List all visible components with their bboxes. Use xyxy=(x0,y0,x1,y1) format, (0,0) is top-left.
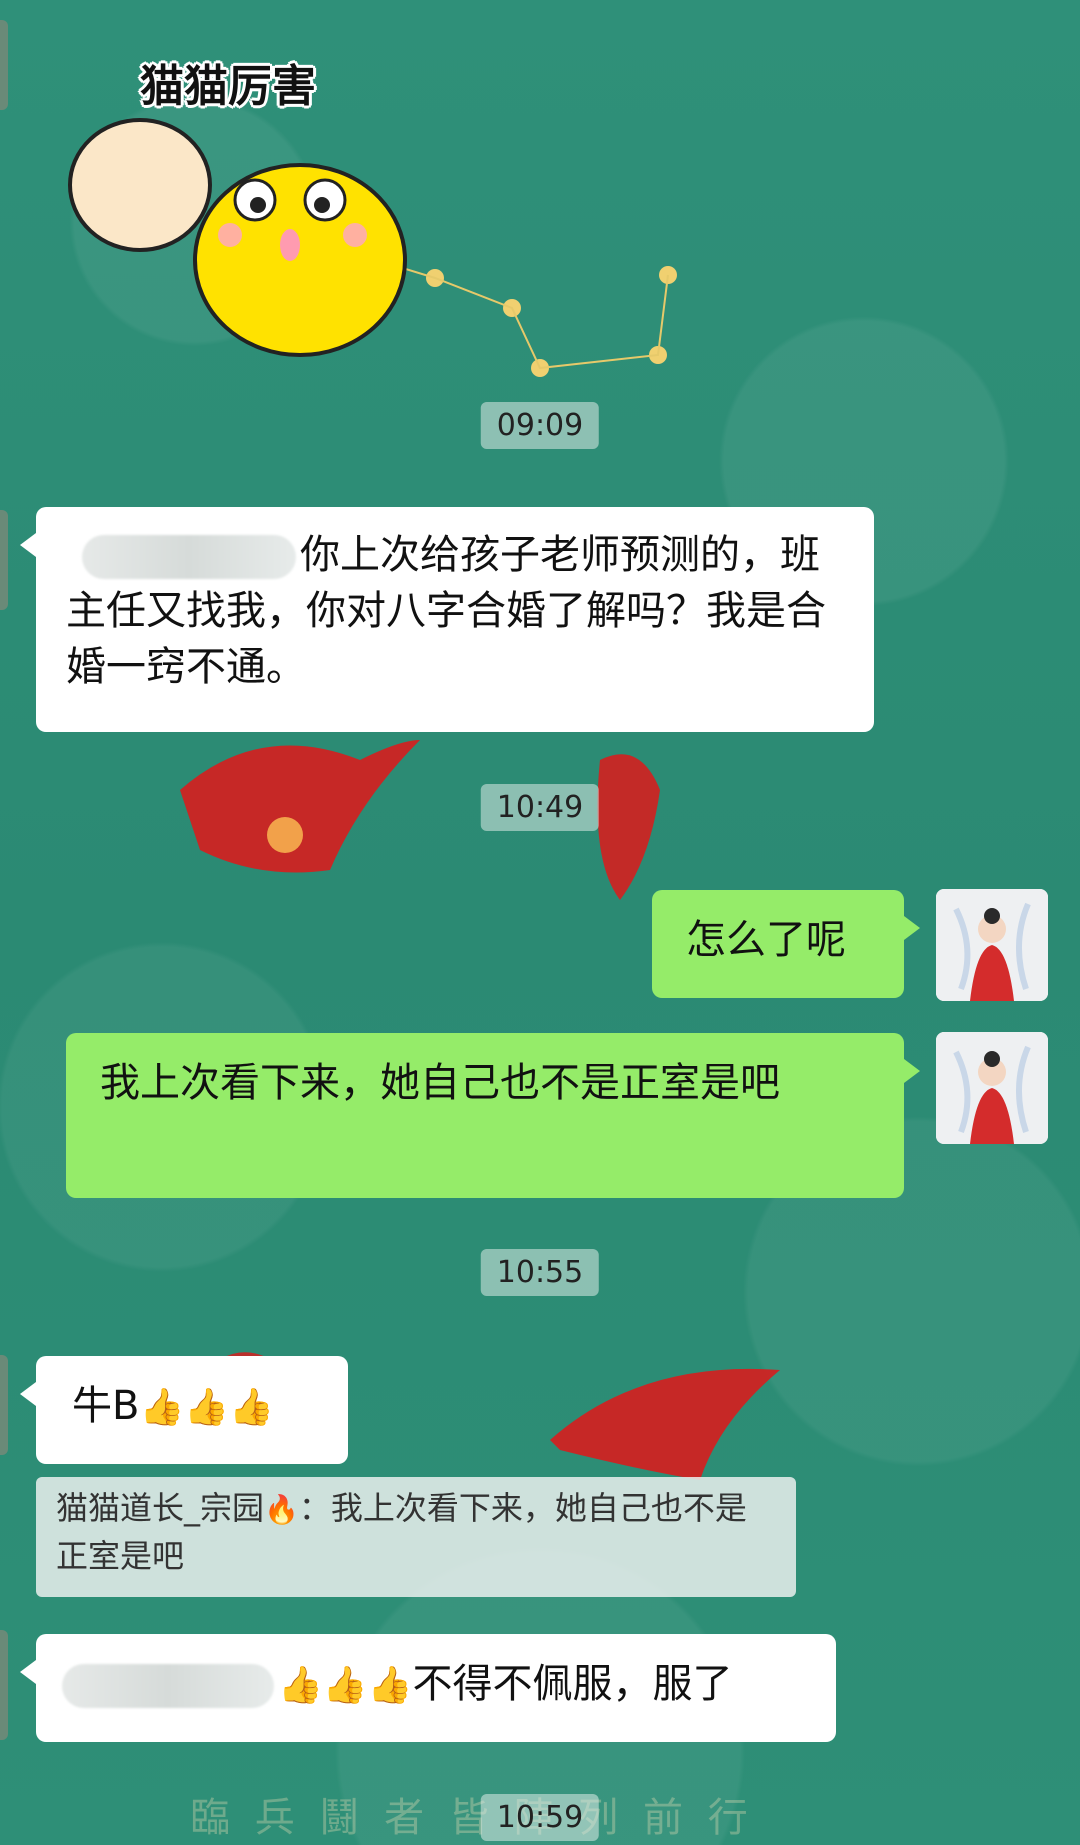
redacted-name xyxy=(62,1664,274,1708)
avatar-edge[interactable] xyxy=(0,20,8,110)
timestamp: 10:49 xyxy=(480,784,600,831)
message-bubble-sent[interactable]: 怎么了呢 xyxy=(652,890,920,998)
sticker-caption: 猫猫厉害 xyxy=(140,61,316,112)
avatar[interactable] xyxy=(936,889,1048,1001)
message-text: 我上次看下来，她自己也不是正室是吧 xyxy=(100,1060,780,1106)
avatar-edge[interactable] xyxy=(0,1630,8,1740)
quoted-message[interactable]: 猫猫道长_宗园🔥：我上次看下来，她自己也不是正室是吧 xyxy=(36,1477,796,1597)
timestamp: 10:59 xyxy=(480,1794,600,1841)
message-bubble-received[interactable]: 你上次给孩子老师预测的，班主任又找我，你对八字合婚了解吗？我是合婚一窍不通。 xyxy=(20,507,874,732)
message-text: 怎么了呢 xyxy=(686,917,846,963)
timestamp: 10:55 xyxy=(480,1249,600,1296)
avatar-edge[interactable] xyxy=(0,510,8,610)
message-bubble-received[interactable]: 牛B👍👍👍 xyxy=(20,1356,348,1464)
message-text: 牛B xyxy=(72,1383,140,1429)
cat-sticker xyxy=(68,118,407,357)
thumbs-up-icon: 👍👍👍 xyxy=(139,1387,274,1428)
quote-sender: 猫猫道长_宗园 xyxy=(56,1489,265,1527)
timestamp: 09:09 xyxy=(480,402,600,449)
avatar[interactable] xyxy=(936,1032,1048,1144)
message-text: 不得不佩服，服了 xyxy=(412,1661,733,1707)
message-bubble-received[interactable]: 👍👍👍不得不佩服，服了 xyxy=(20,1634,836,1742)
message-bubble-sent[interactable]: 我上次看下来，她自己也不是正室是吧 xyxy=(66,1033,920,1198)
redacted-name xyxy=(82,535,296,579)
avatar-image xyxy=(936,1032,1048,1144)
avatar-edge[interactable] xyxy=(0,1355,8,1455)
background-bottom-text: 臨 兵 鬪 者 皆 陣 列 前 行 xyxy=(190,1795,754,1841)
fire-icon: 🔥 xyxy=(264,1493,299,1526)
avatar-image xyxy=(936,889,1048,1001)
thumbs-up-icon: 👍👍👍 xyxy=(278,1665,413,1706)
